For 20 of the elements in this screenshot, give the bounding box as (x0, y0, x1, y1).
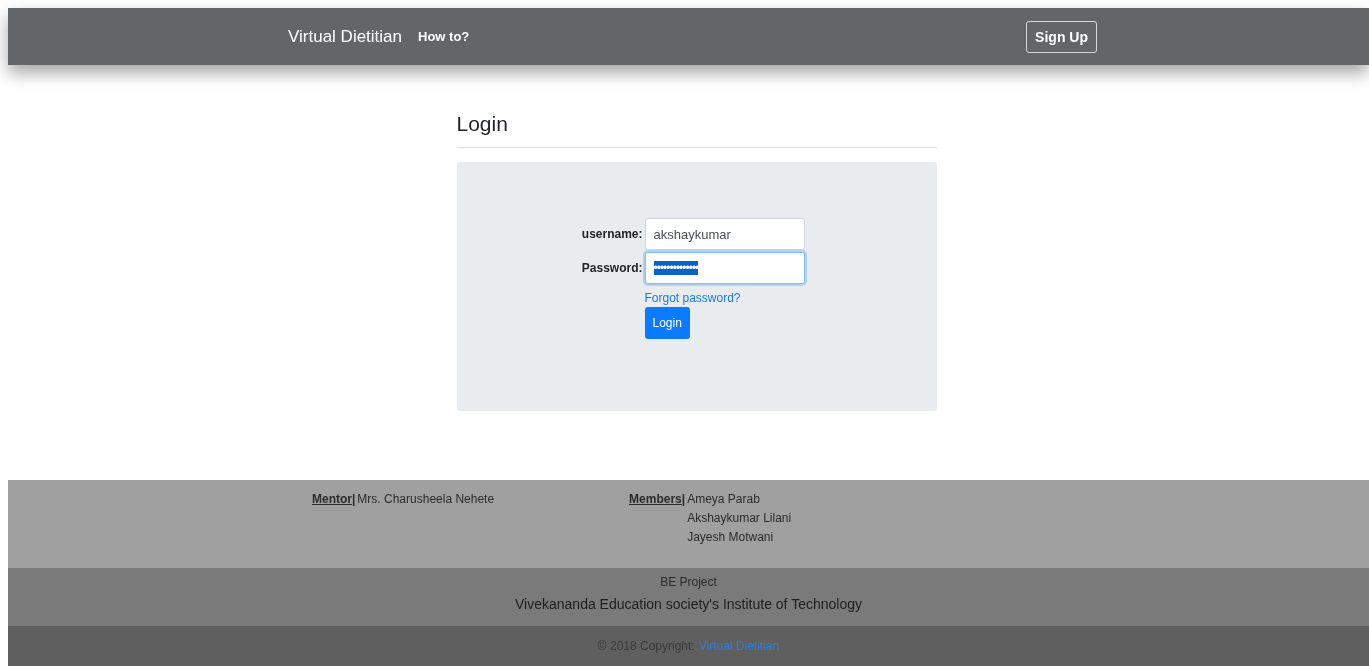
username-field[interactable]: akshaykumar (644, 218, 805, 250)
member-name: Mrs. Charusheela Nehete (357, 492, 495, 506)
separator: | (352, 492, 356, 506)
field-label: Password: (580, 261, 644, 275)
institute-name: Vivekananda Education society's Institute of Technology (515, 596, 862, 612)
field-label: username: (580, 227, 644, 241)
login-button[interactable]: Login (644, 307, 690, 339)
members-heading: Members (629, 492, 682, 506)
sign-up-button[interactable]: Sign Up (1026, 20, 1097, 53)
forgot-password-link[interactable]: Forgot password? (644, 291, 741, 305)
member-name: Jayesh Motwani (687, 530, 775, 544)
project-label: BE Project (660, 575, 717, 589)
mentor-heading: Mentor (312, 492, 352, 506)
separator: | (681, 492, 686, 506)
member-name: Akshaykumar Lilani (687, 511, 792, 525)
nav-link[interactable]: How to? (418, 29, 470, 44)
page-heading: Login (456, 112, 509, 136)
member-name: Ameya Parab (687, 492, 761, 506)
password-field[interactable]: •••••••••••••• (644, 252, 805, 284)
brand-name[interactable]: Virtual Dietitian (288, 26, 403, 47)
